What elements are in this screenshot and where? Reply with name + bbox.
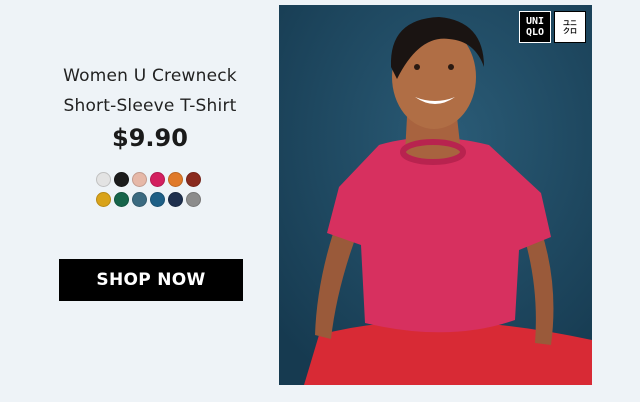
swatch-row: [96, 172, 206, 187]
logo-latin: UNI QLO: [519, 11, 551, 43]
color-swatch-pink[interactable]: [150, 172, 165, 187]
logo-katakana: ユニ クロ: [554, 11, 586, 43]
color-swatch-light-gray[interactable]: [96, 172, 111, 187]
model-photo-illustration: [279, 5, 592, 385]
color-swatch-blue[interactable]: [150, 192, 165, 207]
color-swatch-navy[interactable]: [168, 192, 183, 207]
product-title-line2[interactable]: Short-Sleeve T-Shirt: [0, 96, 300, 116]
product-photo[interactable]: UNI QLO ユニ クロ: [279, 5, 592, 385]
uniqlo-logo[interactable]: UNI QLO ユニ クロ: [519, 11, 586, 43]
color-swatch-black[interactable]: [114, 172, 129, 187]
color-swatch-beige[interactable]: [132, 172, 147, 187]
color-swatch-gray[interactable]: [186, 192, 201, 207]
color-swatch-brown[interactable]: [186, 172, 201, 187]
product-title-line1[interactable]: Women U Crewneck: [0, 66, 300, 86]
product-price: $9.90: [112, 124, 188, 152]
product-panel: Women U Crewneck Short-Sleeve T-Shirt $9…: [0, 0, 300, 402]
swatch-row: [96, 192, 206, 207]
shop-now-button[interactable]: SHOP NOW: [59, 259, 243, 301]
color-swatch-mustard[interactable]: [96, 192, 111, 207]
color-swatch-orange[interactable]: [168, 172, 183, 187]
color-swatch-green[interactable]: [114, 192, 129, 207]
color-swatch-slate-blue[interactable]: [132, 192, 147, 207]
color-swatches: [96, 172, 206, 212]
